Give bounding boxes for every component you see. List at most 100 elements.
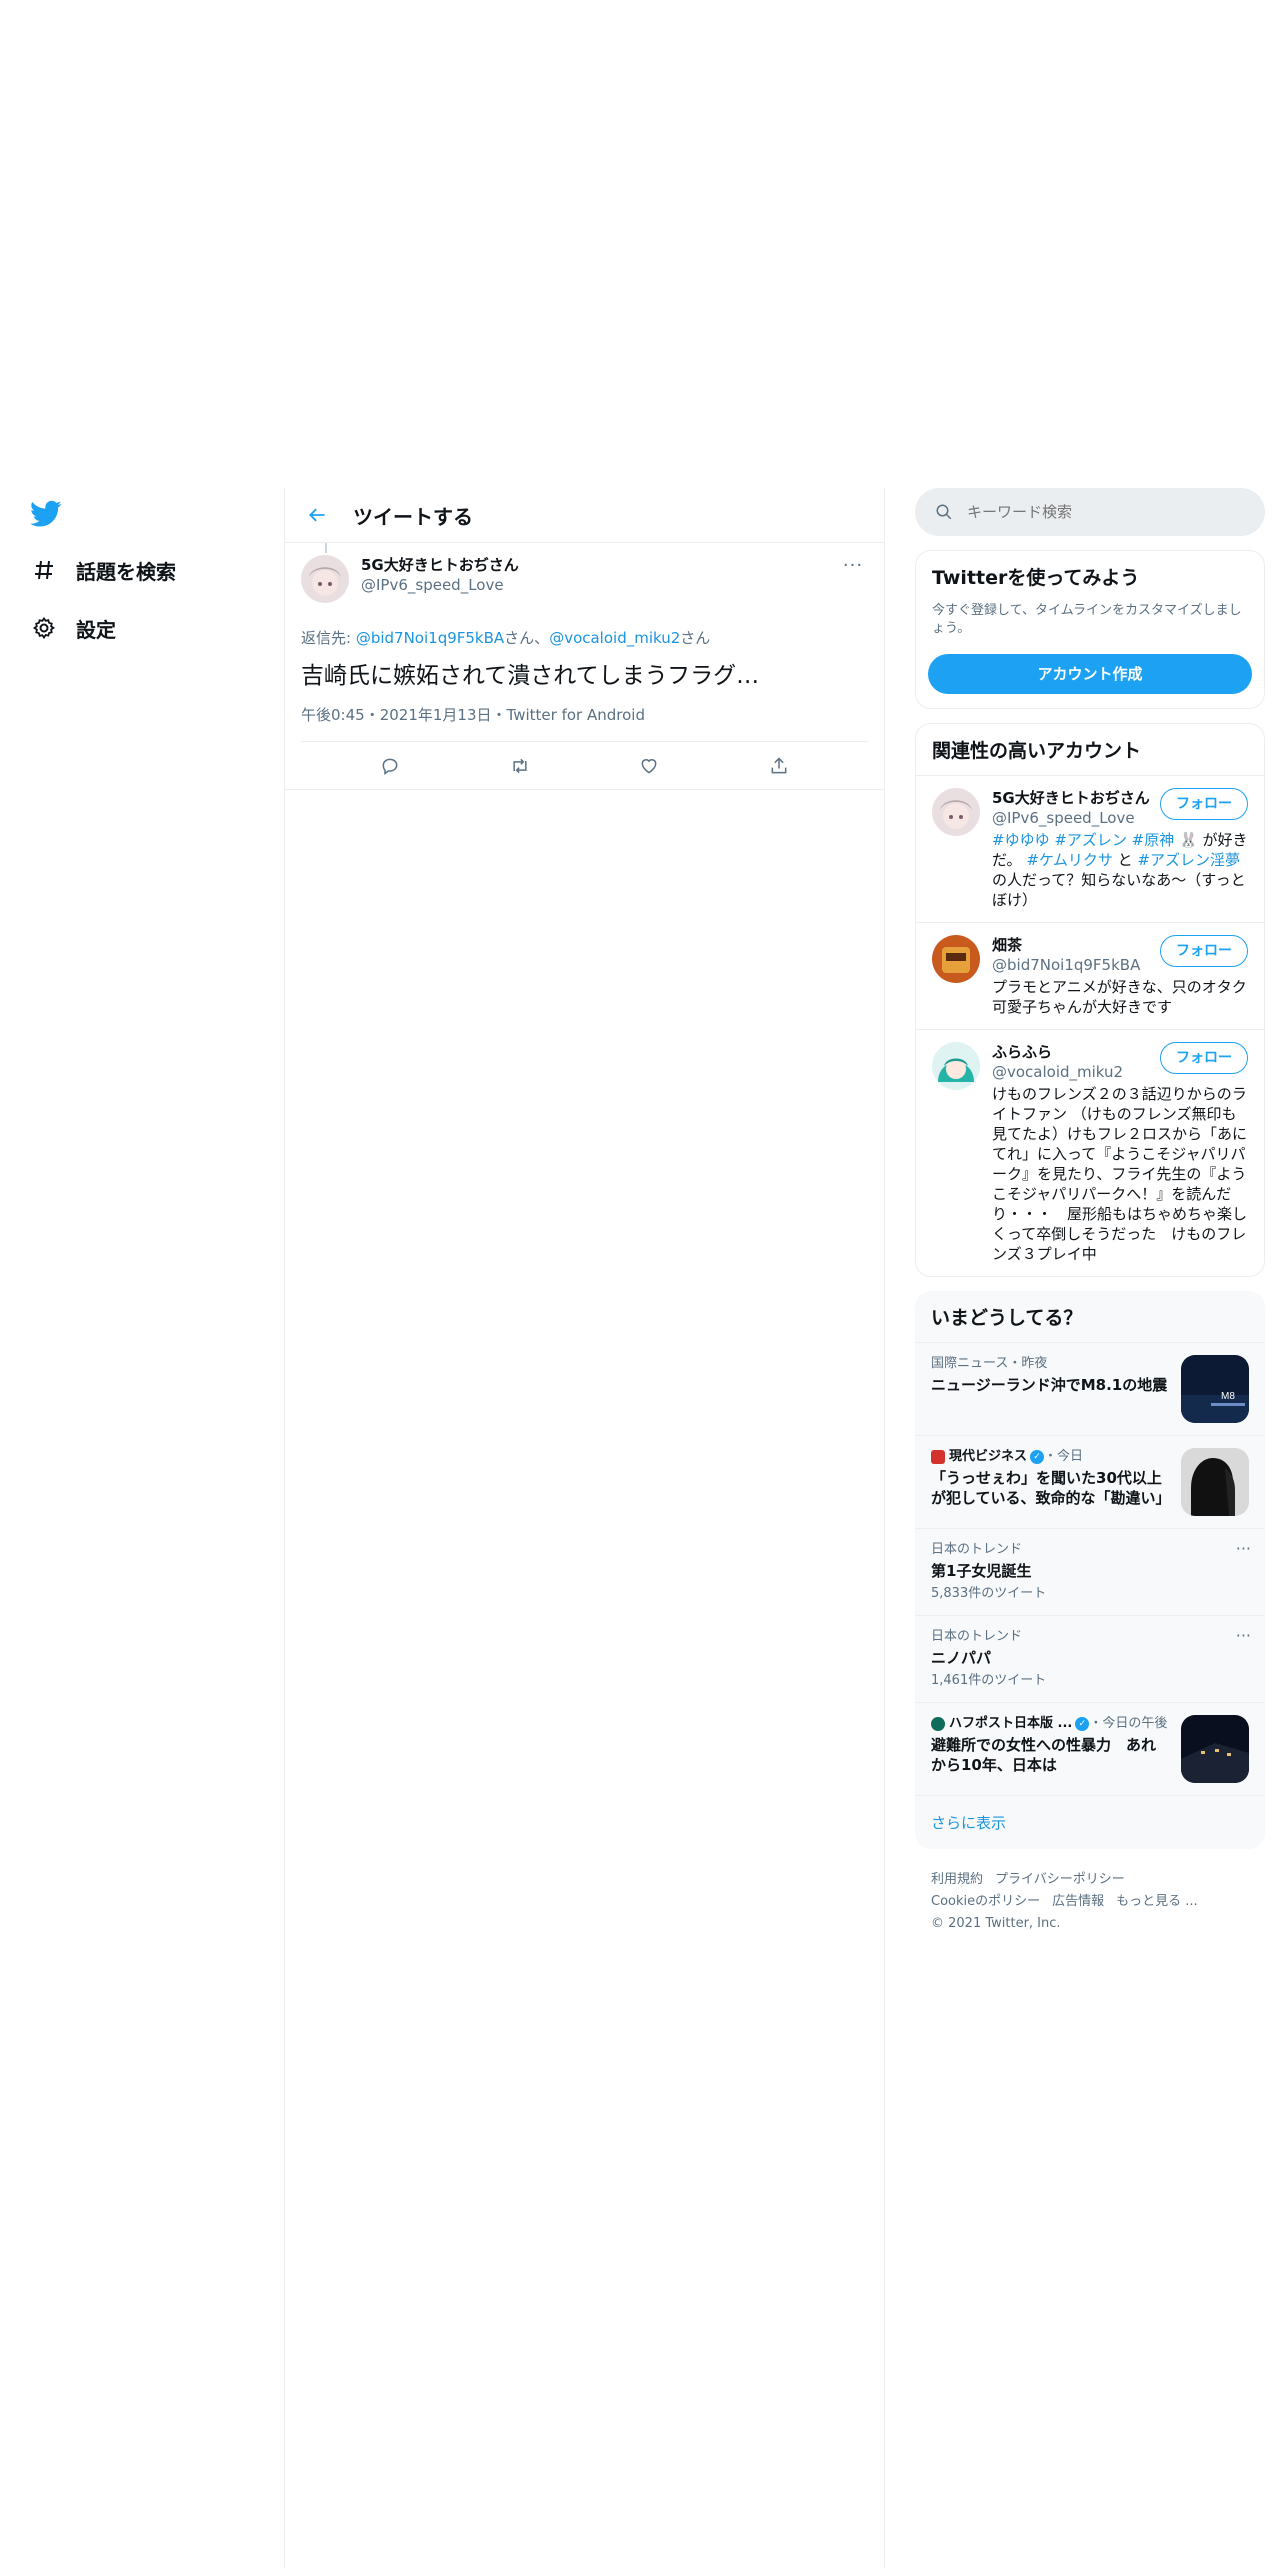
tweet-time[interactable]: 午後0:45 (301, 706, 365, 724)
retweet-button[interactable] (500, 746, 540, 786)
account-handle[interactable]: @IPv6_speed_Love (992, 808, 1150, 828)
account-name[interactable]: 畑茶 (992, 935, 1140, 955)
more-icon[interactable]: ··· (1236, 1539, 1251, 1558)
trend-category: 日本のトレンド (931, 1542, 1023, 1557)
avatar[interactable] (932, 788, 980, 836)
gear-icon (30, 614, 58, 642)
trend-item[interactable]: 日本のトレンド 第1子女児誕生 5,833件のツイート ··· (915, 1528, 1265, 1615)
copyright: © 2021 Twitter, Inc. (931, 1916, 1061, 1931)
meta-separator: ・ (491, 706, 507, 724)
account-item[interactable]: 5G大好きヒトおぢさん @IPv6_speed_Love フォロー #ゆゆゆ #… (916, 775, 1264, 922)
reply-icon (382, 758, 398, 775)
tweet-actions (285, 742, 884, 790)
reply-button[interactable] (370, 746, 410, 786)
right-sidebar: Twitterを使ってみよう 今すぐ登録して、タイムラインをカスタマイズしましょ… (915, 488, 1265, 1935)
reply-user-link[interactable]: @vocaloid_miku2 (549, 629, 680, 647)
meta-separator: ・ (364, 706, 380, 724)
nav-settings-label: 設定 (76, 617, 116, 642)
like-button[interactable] (629, 746, 669, 786)
retweet-icon (513, 758, 527, 773)
reply-prefix: 返信先: (301, 629, 356, 647)
search-input[interactable] (967, 503, 1217, 521)
account-item[interactable]: ふらふら @vocaloid_miku2 フォロー けものフレンズ２の３話辺りか… (916, 1029, 1264, 1276)
nav-explore[interactable]: 話題を検索 (30, 550, 176, 590)
trend-title: ニノパパ (931, 1649, 992, 1667)
trend-thumbnail (1181, 1448, 1249, 1516)
more-icon[interactable]: ··· (838, 555, 868, 576)
avatar[interactable] (932, 1042, 980, 1090)
footer-link-cookies[interactable]: Cookieのポリシー (931, 1894, 1040, 1909)
account-handle[interactable]: @vocaloid_miku2 (992, 1062, 1123, 1082)
twitter-logo-icon[interactable] (30, 500, 64, 530)
bio-text: と (1112, 851, 1138, 869)
account-item[interactable]: 畑茶 @bid7Noi1q9F5kBA フォロー プラモとアニメが好きな、只のオ… (916, 922, 1264, 1029)
footer-link-privacy[interactable]: プライバシーポリシー (995, 1872, 1125, 1887)
hashtag-link[interactable]: #ゆゆゆ #アズレン #原神 (992, 831, 1174, 849)
signup-card: Twitterを使ってみよう 今すぐ登録して、タイムラインをカスタマイズしましょ… (915, 550, 1265, 709)
footer-link-terms[interactable]: 利用規約 (931, 1872, 983, 1887)
avatar[interactable] (301, 555, 349, 603)
heart-icon (641, 758, 657, 774)
trend-thumbnail (1181, 1715, 1249, 1783)
trends-title: いまどうしてる？ (931, 1307, 1083, 1329)
trend-category: 国際ニュース・昨夜 (931, 1356, 1048, 1371)
bio-text: の人だって？知らないなあ〜（すっとぼけ） (992, 871, 1246, 909)
relevant-accounts-card: 関連性の高いアカウント 5G大好きヒトおぢさん @IPv6_speed_Love… (915, 723, 1265, 1277)
trend-title: 「うっせぇわ」を聞いた30代以上が犯している、致命的な「勘違い」 (931, 1469, 1171, 1507)
avatar[interactable] (932, 935, 980, 983)
show-more-link[interactable]: さらに表示 (915, 1795, 1265, 1849)
source-logo-icon (931, 1450, 945, 1464)
reply-user-link[interactable]: @bid7Noi1q9F5kBA (356, 629, 504, 647)
tweet-author-handle[interactable]: @IPv6_speed_Love (361, 575, 838, 595)
tweet-date[interactable]: 2021年1月13日 (380, 706, 492, 724)
trend-title: ニュージーランド沖でM8.1の地震 (931, 1376, 1168, 1394)
relevant-accounts-title: 関連性の高いアカウント (932, 740, 1142, 762)
signup-title: Twitterを使ってみよう (932, 567, 1140, 589)
share-button[interactable] (759, 746, 799, 786)
create-account-button[interactable]: アカウント作成 (928, 654, 1252, 694)
trend-count: 5,833件のツイート (931, 1586, 1047, 1601)
account-name[interactable]: 5G大好きヒトおぢさん (992, 788, 1150, 808)
app: 話題を検索 設定 ツイートする 5G大好きヒトおぢさん @IPv6_speed_… (0, 488, 1284, 2568)
svg-text:M8: M8 (1221, 1391, 1235, 1402)
trend-item[interactable]: 日本のトレンド ニノパパ 1,461件のツイート ··· (915, 1615, 1265, 1702)
thread-line (325, 543, 327, 553)
account-bio: けものフレンズ２の３話辺りからのライトファン （けものフレンズ無印も見てたよ）け… (992, 1085, 1248, 1263)
account-name[interactable]: ふらふら (992, 1042, 1123, 1062)
back-button[interactable] (299, 497, 335, 533)
tweet: 5G大好きヒトおぢさん @IPv6_speed_Love ··· 返信先: @b… (285, 543, 884, 790)
account-handle[interactable]: @bid7Noi1q9F5kBA (992, 955, 1140, 975)
footer: 利用規約 プライバシーポリシー Cookieのポリシー 広告情報 もっと見る ... … (915, 1849, 1265, 1935)
search-icon (936, 504, 952, 520)
main-header: ツイートする (285, 488, 884, 543)
reply-suffix: さん、 (504, 629, 550, 647)
tweet-meta: 午後0:45・2021年1月13日・Twitter for Android (301, 704, 868, 742)
account-bio: プラモとアニメが好きな、只のオタク 可愛子ちゃんが大好きです (992, 978, 1247, 1016)
follow-button[interactable]: フォロー (1160, 1042, 1248, 1074)
footer-link-ads[interactable]: 広告情報 (1052, 1894, 1104, 1909)
tweet-text: 吉崎氏に嫉妬されて潰されてしまうフラグ… (301, 663, 760, 689)
trend-item[interactable]: 国際ニュース・昨夜 ニュージーランド沖でM8.1の地震 M8 (915, 1342, 1265, 1435)
hashtag-link[interactable]: #アズレン淫夢 (1137, 851, 1240, 869)
reply-suffix: さん (680, 629, 711, 647)
tweet-client: Twitter for Android (506, 706, 645, 724)
trends-card: いまどうしてる？ 国際ニュース・昨夜 ニュージーランド沖でM8.1の地震 M8 … (915, 1291, 1265, 1849)
more-icon[interactable]: ··· (1236, 1626, 1251, 1645)
follow-button[interactable]: フォロー (1160, 788, 1248, 820)
hashtag-link[interactable]: #ケムリクサ (1026, 851, 1113, 869)
trend-time: ・今日の午後 (1089, 1716, 1168, 1731)
trend-item[interactable]: ハフポスト日本版 ... ✓ ・今日の午後 避難所での女性への性暴力 あれから10年… (915, 1702, 1265, 1795)
source-name: 現代ビジネス (949, 1449, 1028, 1464)
trend-time: ・今日 (1044, 1449, 1084, 1464)
search-bar[interactable] (915, 488, 1265, 536)
trend-item[interactable]: 現代ビジネス ✓ ・今日 「うっせぇわ」を聞いた30代以上が犯している、致命的な「勘… (915, 1435, 1265, 1528)
trend-source: 現代ビジネス ✓ ・今日 (931, 1448, 1169, 1466)
signup-description: 今すぐ登録して、タイムラインをカスタマイズしましょう。 (932, 603, 1242, 636)
trend-title: 第1子女児誕生 (931, 1562, 1032, 1580)
arrow-left-icon (309, 508, 325, 522)
account-bio: #ゆゆゆ #アズレン #原神 🐰 が好きだ。 #ケムリクサ と #アズレン淫夢 … (992, 830, 1248, 910)
nav-settings[interactable]: 設定 (30, 608, 116, 648)
follow-button[interactable]: フォロー (1160, 935, 1248, 967)
tweet-author-name[interactable]: 5G大好きヒトおぢさん (361, 555, 838, 575)
footer-link-more[interactable]: もっと見る ... (1116, 1894, 1198, 1909)
